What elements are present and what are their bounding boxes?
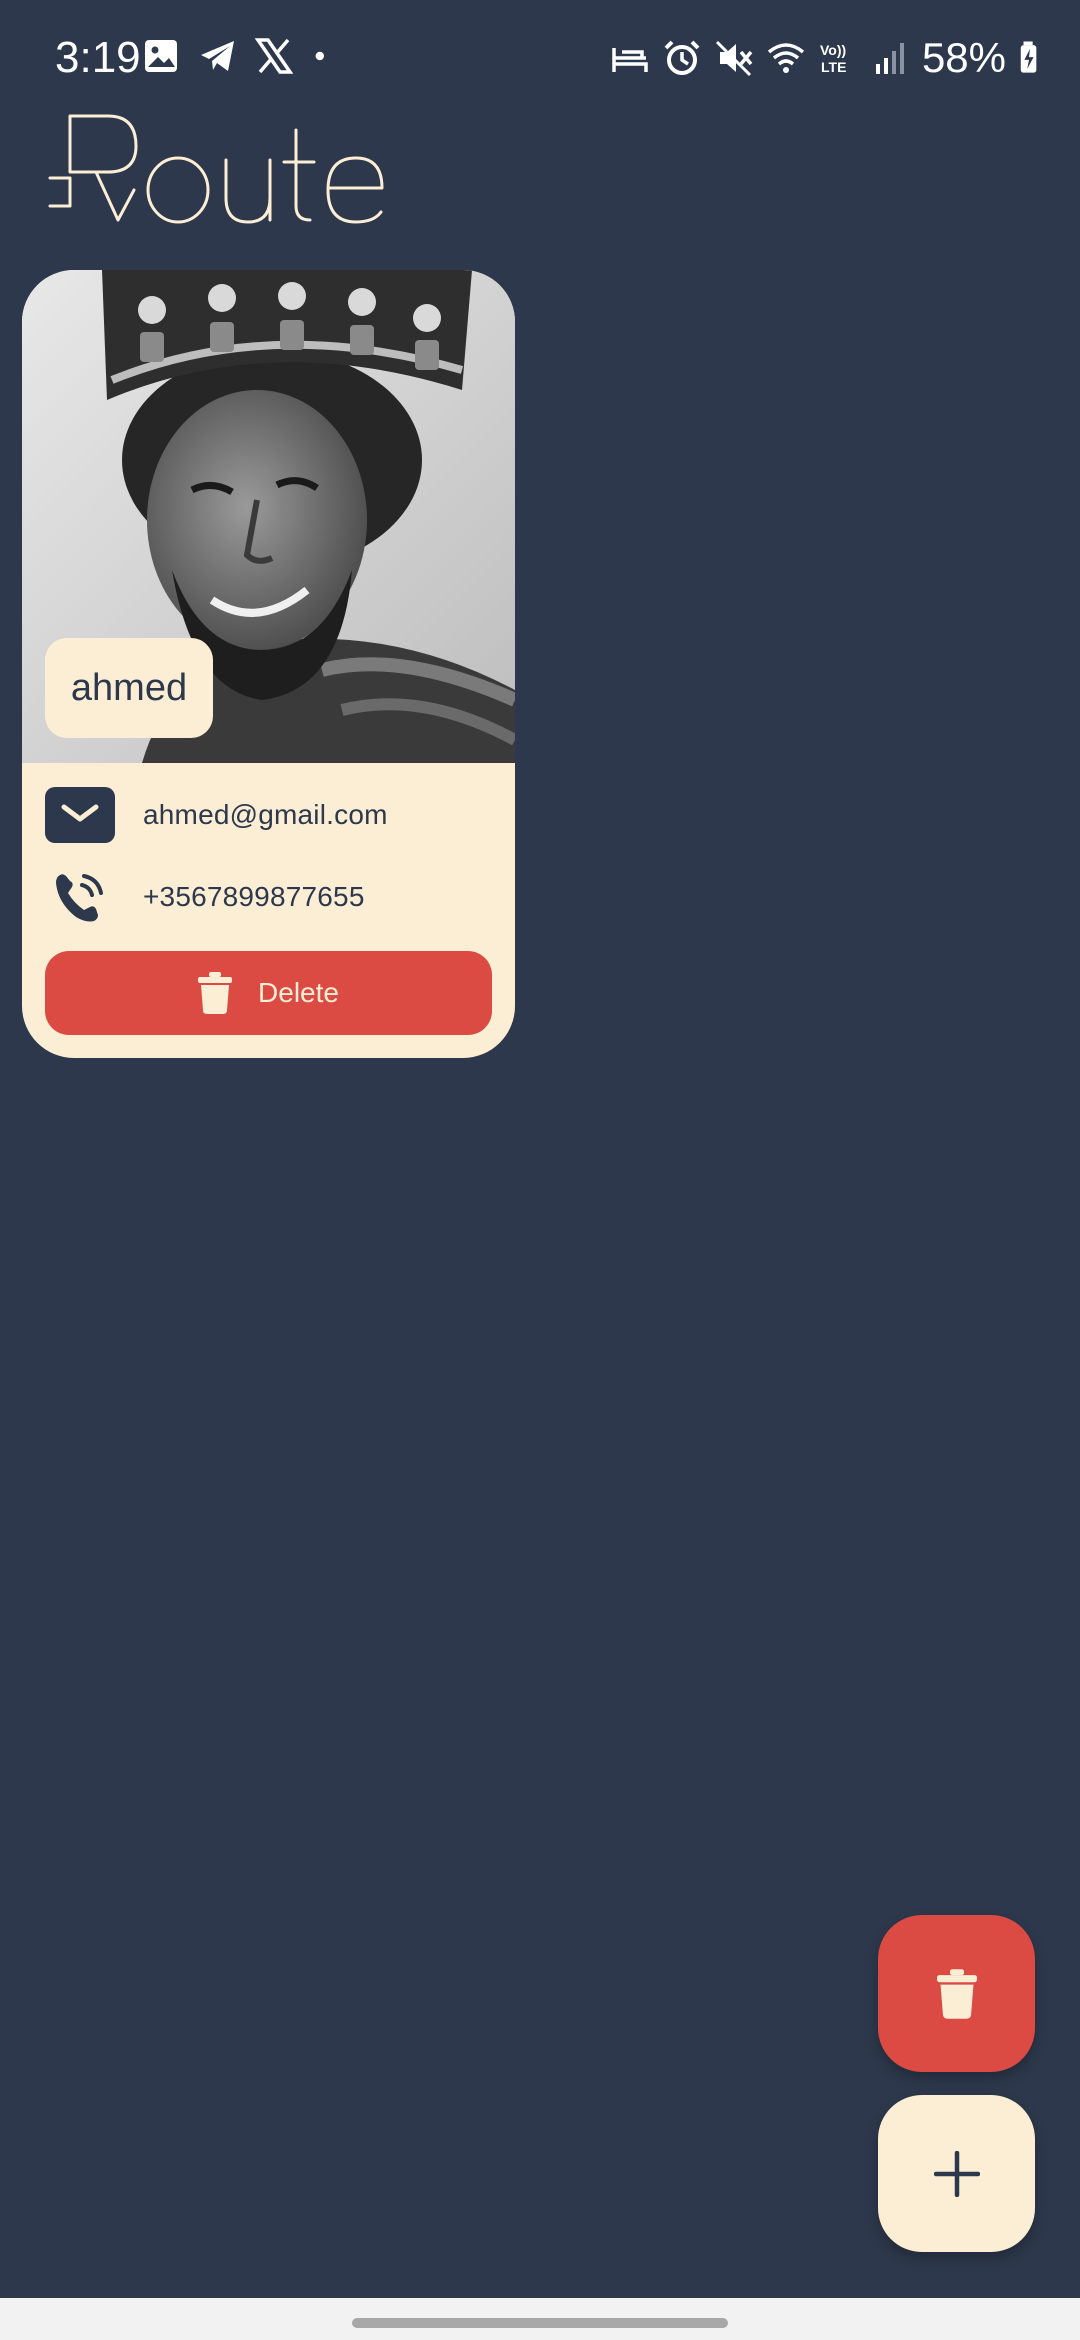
x-icon	[254, 38, 294, 74]
gallery-icon	[145, 40, 177, 72]
delete-all-fab[interactable]	[878, 1915, 1035, 2072]
dot-icon	[315, 51, 324, 61]
phone-row: +3567899877655	[45, 867, 365, 927]
status-bar: 3:19 Vo)) LTE 58%	[0, 0, 1080, 110]
contact-name-chip: ahmed	[45, 638, 213, 738]
route-logo	[48, 114, 384, 224]
battery-icon	[1020, 41, 1037, 73]
contact-phone: +3567899877655	[143, 881, 365, 912]
battery-percent: 58%	[921, 34, 1006, 81]
signal-icon	[875, 43, 904, 74]
sleep-icon	[612, 48, 648, 72]
contact-email: ahmed@gmail.com	[143, 799, 388, 830]
delete-button-label: Delete	[258, 977, 339, 1008]
add-contact-fab[interactable]	[878, 2095, 1035, 2252]
trash-icon	[198, 972, 233, 1014]
delete-contact-button[interactable]: Delete	[45, 951, 492, 1035]
email-row: ahmed@gmail.com	[45, 785, 388, 845]
alarm-icon	[664, 40, 700, 75]
contact-photo: ahmed	[22, 270, 515, 763]
svg-text:Vo)): Vo))	[820, 42, 846, 58]
wifi-icon	[767, 43, 805, 73]
telegram-icon	[201, 41, 234, 71]
email-icon	[45, 787, 115, 843]
system-nav-bar	[0, 2298, 1080, 2340]
volte-icon: Vo)) LTE	[820, 42, 846, 75]
contact-card: ahmed ahmed@gmail.com +3567899877655 Del…	[22, 270, 515, 1058]
plus-icon	[933, 2150, 980, 2197]
home-gesture-handle[interactable]	[352, 2318, 728, 2328]
status-time: 3:19	[55, 33, 141, 82]
contacts-screen: 3:19 Vo)) LTE 58% ahmed ahmed@gmail.com …	[0, 0, 1080, 2340]
mute-icon	[715, 40, 753, 77]
phone-call-icon	[45, 862, 115, 932]
status-left-icons	[142, 36, 338, 76]
trash-icon	[936, 1968, 977, 2019]
svg-text:LTE: LTE	[821, 59, 846, 75]
status-right-icons: Vo)) LTE 58%	[610, 30, 1040, 86]
